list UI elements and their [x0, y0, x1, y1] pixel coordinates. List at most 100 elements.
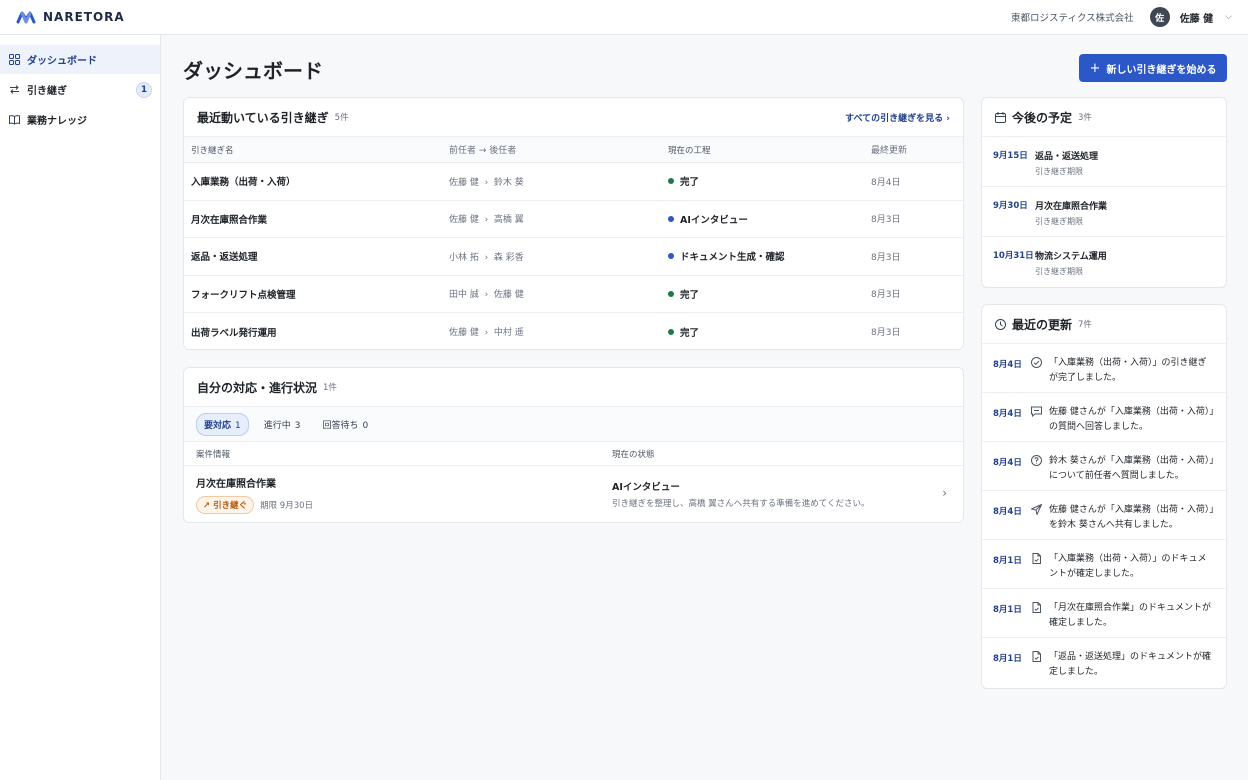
recent-updates-card: 最近の更新 7件 8月4日 「入庫業務（出荷・入荷）」の引き継ぎが完了しました。 8… [981, 304, 1227, 689]
check-circle-icon [1031, 356, 1049, 392]
table-row[interactable]: 月次在庫照合作業 佐藤 健 › 高橋 翼 AIインタビュー 8月3日 [184, 201, 963, 238]
update-item[interactable]: 8月4日 佐藤 健さんが「入庫業務（出荷・入荷）」の質問へ回答しました。 [982, 393, 1226, 442]
schedule-item[interactable]: 10月31日 物流システム運用 引き継ぎ期限 [982, 237, 1226, 287]
see-all-handovers-link[interactable]: すべての引き継ぎを見る › [845, 111, 950, 124]
my-tasks-card: 自分の対応・進行状況 1件 要対応 1 進行中 3 回答待ち 0 案件情報 現在の状態… [183, 367, 964, 523]
task-state: AIインタビュー [612, 482, 680, 493]
task-row[interactable]: 月次在庫照合作業 ↗ 引き継ぐ 期限 9月30日 AIインタビュー 引き継ぎを整… [184, 466, 963, 522]
upcoming-schedule-card: 今後の予定 3件 9月15日 返品・返送処理 引き継ぎ期限 9月30日 月次在庫照合作業… [981, 97, 1227, 288]
status-dot [668, 215, 674, 222]
document-icon [1031, 650, 1049, 687]
handover-name: 月次在庫照合作業 [191, 214, 268, 226]
column-header: 案件情報 [196, 449, 231, 460]
sidebar-item-handovers[interactable]: 引き継ぎ 1 [0, 75, 160, 104]
table-row[interactable]: 入庫業務（出荷・入荷） 佐藤 健 › 鈴木 葵 完了 8月4日 [184, 163, 963, 201]
handover-updated: 8月4日 [871, 177, 901, 188]
chevron-right-icon[interactable]: › [942, 486, 947, 500]
handover-updated: 8月3日 [871, 215, 901, 226]
swap-icon [8, 84, 20, 96]
update-item[interactable]: 8月4日 佐藤 健さんが「入庫業務（出荷・入荷）」を鈴木 葵さんへ共有しました。 [982, 491, 1226, 540]
update-date: 8月1日 [993, 654, 1022, 664]
send-icon [1029, 503, 1049, 539]
update-text: 「入庫業務（出荷・入荷）」の引き継ぎが完了しました。 [1049, 358, 1207, 383]
update-item[interactable]: 8月1日 「入庫業務（出荷・入荷）」のドキュメントが確定しました。 [982, 540, 1226, 589]
handover-updated: 8月3日 [871, 328, 901, 339]
handover-name: フォークリフト点検管理 [191, 289, 296, 301]
grid-icon [8, 54, 20, 66]
update-item[interactable]: 8月1日 「返品・返送処理」のドキュメントが確定しました。 [982, 638, 1226, 687]
new-handover-label: 新しい引き継ぎを始める [1106, 64, 1217, 76]
card-title: 今後の予定 [1012, 110, 1073, 125]
top-bar: NARETORA 東都ロジスティクス株式会社 佐 佐藤 健 ⌵ [0, 0, 1248, 35]
avatar[interactable]: 佐 [1149, 7, 1170, 27]
table-row[interactable]: 返品・返送処理 小林 拓 › 森 彩香 ドキュメント生成・確認 8月3日 [184, 238, 963, 276]
calendar-icon [995, 111, 1006, 123]
schedule-item[interactable]: 9月30日 月次在庫照合作業 引き継ぎ期限 [982, 187, 1226, 237]
table-header: 案件情報 現在の状態 [184, 442, 963, 466]
update-date: 8月1日 [993, 556, 1022, 566]
handover-stage: 完了 [668, 287, 871, 301]
update-item[interactable]: 8月1日 「月次在庫照合作業」のドキュメントが確定しました。 [982, 589, 1226, 638]
card-title: 最近の更新 [1012, 317, 1073, 332]
update-date: 8月4日 [993, 458, 1022, 468]
sidebar-item-dashboard[interactable]: ダッシュボード [0, 45, 160, 74]
handover-people: 佐藤 健 › 中村 遥 [449, 328, 524, 339]
update-item[interactable]: 8月4日 「入庫業務（出荷・入荷）」の引き継ぎが完了しました。 [982, 344, 1226, 393]
brand-logo[interactable]: NARETORA [16, 10, 125, 24]
card-count: 5件 [334, 113, 349, 123]
handover-name: 返品・返送処理 [191, 252, 258, 264]
card-count: 7件 [1078, 320, 1092, 330]
chevron-right-icon: › [946, 113, 950, 124]
user-name[interactable]: 佐藤 健 [1180, 10, 1213, 25]
sidebar-item-label: ダッシュボード [27, 56, 97, 67]
schedule-date: 9月30日 [993, 201, 1028, 211]
update-date: 8月4日 [993, 409, 1022, 419]
update-text: 「月次在庫照合作業」のドキュメントが確定しました。 [1049, 603, 1212, 628]
tab-awaiting-answer[interactable]: 回答待ち 0 [316, 414, 376, 435]
table-row[interactable]: 出荷ラベル発行運用 佐藤 健 › 中村 遥 完了 8月3日 [184, 313, 963, 349]
new-handover-button[interactable]: + 新しい引き継ぎを始める [1079, 54, 1227, 82]
page-title: ダッシュボード [183, 59, 323, 83]
brand-name: NARETORA [43, 10, 125, 24]
schedule-title: 物流システム運用 [1035, 252, 1107, 262]
tab-action-required[interactable]: 要対応 1 [196, 412, 249, 436]
handover-people: 佐藤 健 › 鈴木 葵 [449, 177, 524, 188]
sidebar: ダッシュボード 引き継ぎ 1 業務ナレッジ [0, 35, 161, 780]
sidebar-item-label: 引き継ぎ [27, 86, 67, 97]
handover-updated: 8月3日 [871, 290, 901, 301]
book-icon [8, 114, 20, 126]
update-date: 8月4日 [993, 507, 1022, 517]
message-icon [1031, 405, 1049, 441]
card-title: 自分の対応・進行状況 [197, 380, 318, 395]
update-text: 「入庫業務（出荷・入荷）」のドキュメントが確定しました。 [1049, 554, 1207, 579]
task-tabs: 要対応 1 進行中 3 回答待ち 0 [184, 407, 963, 442]
arrow-up-right-icon: ↗ [203, 500, 211, 511]
task-due: 期限 9月30日 [260, 500, 314, 511]
table-row[interactable]: フォークリフト点検管理 田中 誠 › 佐藤 健 完了 8月3日 [184, 276, 963, 313]
schedule-subtitle: 引き継ぎ期限 [1035, 167, 1083, 176]
chevron-down-icon[interactable]: ⌵ [1225, 12, 1232, 22]
recent-handovers-card: 最近動いている引き継ぎ 5件 すべての引き継ぎを見る › 引き継ぎ名 前任者 →… [183, 97, 964, 350]
column-header: 最終更新 [871, 146, 908, 156]
status-dot [668, 253, 674, 260]
status-dot [668, 178, 674, 185]
card-count: 3件 [1078, 113, 1092, 123]
task-name: 月次在庫照合作業 [196, 478, 276, 490]
schedule-item[interactable]: 9月15日 返品・返送処理 引き継ぎ期限 [982, 137, 1226, 187]
document-icon [1031, 552, 1049, 588]
update-item[interactable]: 8月4日 鈴木 葵さんが「入庫業務（出荷・入荷）」について前任者へ質問しました。 [982, 442, 1226, 491]
handover-people: 小林 拓 › 森 彩香 [449, 252, 524, 263]
card-title: 最近動いている引き継ぎ [197, 110, 329, 125]
status-dot [668, 290, 674, 297]
handover-stage: 完了 [668, 174, 871, 188]
schedule-subtitle: 引き継ぎ期限 [1035, 267, 1083, 276]
sidebar-item-knowledge[interactable]: 業務ナレッジ [0, 105, 160, 134]
question-icon [1031, 454, 1049, 490]
update-text: 佐藤 健さんが「入庫業務（出荷・入荷）」の質問へ回答しました。 [1049, 407, 1214, 432]
handover-name: 出荷ラベル発行運用 [191, 327, 277, 339]
schedule-date: 10月31日 [993, 251, 1034, 261]
tab-in-progress[interactable]: 進行中 3 [257, 414, 308, 435]
update-text: 佐藤 健さんが「入庫業務（出荷・入荷）」を鈴木 葵さんへ共有しました。 [1049, 505, 1214, 530]
handover-stage: ドキュメント生成・確認 [668, 249, 871, 263]
company-name: 東都ロジスティクス株式会社 [1011, 13, 1134, 24]
